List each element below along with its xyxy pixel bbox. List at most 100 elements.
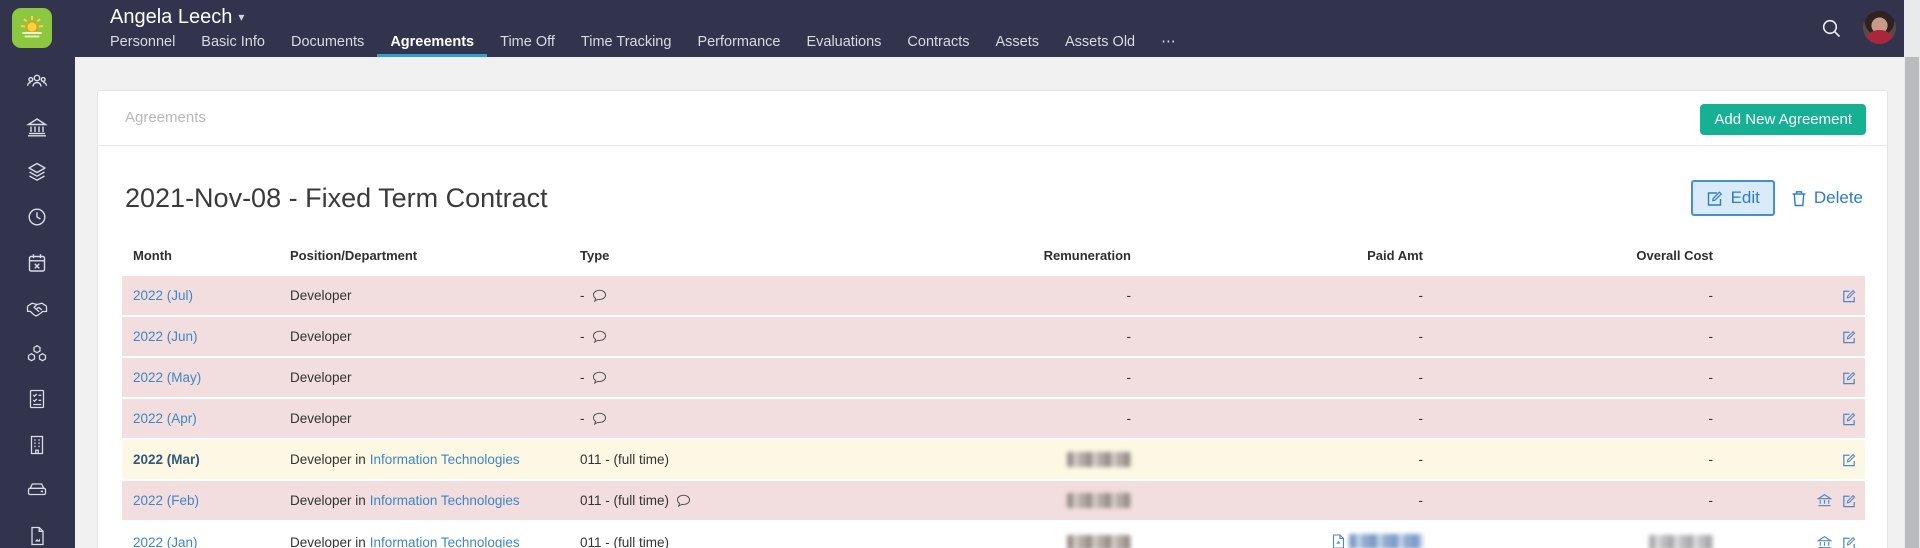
paid-amount-document-link[interactable] — [1332, 534, 1423, 548]
edit-button[interactable]: Edit — [1691, 180, 1775, 216]
row-bank-icon[interactable] — [1817, 535, 1832, 548]
chevron-down-icon: ▾ — [238, 10, 244, 24]
column-header-overall-cost: Overall Cost — [1425, 248, 1715, 263]
card-title: Agreements — [125, 109, 206, 126]
remuneration-value: - — [859, 288, 1133, 303]
position-text: Developer in — [290, 452, 366, 467]
document-icon[interactable] — [26, 525, 48, 547]
tab-basic-info[interactable]: Basic Info — [188, 30, 278, 57]
row-edit-icon[interactable] — [1841, 370, 1857, 386]
position-text: Developer in — [290, 493, 366, 508]
column-header-paid-amt: Paid Amt — [1133, 248, 1425, 263]
hard-drive-icon[interactable] — [26, 479, 48, 501]
people-group-icon[interactable] — [26, 71, 48, 93]
position-text: Developer — [290, 288, 352, 303]
month-link[interactable]: 2022 (Mar) — [133, 452, 200, 467]
comment-bubble-icon[interactable] — [592, 289, 607, 303]
row-edit-icon[interactable] — [1841, 535, 1857, 548]
employee-name-dropdown[interactable]: Angela Leech▾ — [110, 6, 244, 29]
row-edit-icon[interactable] — [1841, 288, 1857, 304]
contract-title: 2021-Nov-08 - Fixed Term Contract — [125, 183, 548, 214]
user-avatar[interactable] — [1863, 11, 1896, 44]
department-link[interactable]: Information Technologies — [370, 535, 520, 548]
handshake-icon[interactable] — [26, 298, 48, 320]
overall-cost-value: - — [1425, 411, 1715, 426]
pdf-file-icon — [1332, 534, 1345, 548]
position-text: Developer in — [290, 535, 366, 548]
tab-time-off[interactable]: Time Off — [487, 30, 568, 57]
row-edit-icon[interactable] — [1841, 329, 1857, 345]
remuneration-value: - — [859, 411, 1133, 426]
edit-button-label: Edit — [1731, 188, 1760, 208]
search-icon[interactable] — [1821, 18, 1842, 39]
delete-button-label: Delete — [1814, 188, 1863, 208]
redacted-remuneration-value — [1067, 493, 1131, 508]
row-bank-icon[interactable] — [1817, 493, 1832, 508]
type-text: - — [580, 370, 585, 385]
table-row: 2022 (Jun) Developer - - - - — [122, 317, 1865, 358]
column-header-position: Position/Department — [279, 248, 569, 263]
column-header-month: Month — [122, 248, 279, 263]
paid-amt-value: - — [1133, 370, 1425, 385]
month-link[interactable]: 2022 (May) — [133, 370, 201, 385]
month-link[interactable]: 2022 (Jun) — [133, 329, 198, 344]
position-text: Developer — [290, 411, 352, 426]
checklist-icon[interactable] — [26, 388, 48, 410]
building-icon[interactable] — [26, 434, 48, 456]
comment-bubble-icon[interactable] — [676, 494, 691, 508]
add-new-agreement-button[interactable]: Add New Agreement — [1700, 104, 1866, 135]
redacted-remuneration-value — [1067, 452, 1131, 467]
bank-icon[interactable] — [26, 116, 48, 138]
calendar-x-icon[interactable] — [26, 252, 48, 274]
paid-amt-value: - — [1133, 288, 1425, 303]
position-text: Developer — [290, 370, 352, 385]
department-link[interactable]: Information Technologies — [370, 452, 520, 467]
tab-evaluations[interactable]: Evaluations — [793, 30, 894, 57]
month-link[interactable]: 2022 (Feb) — [133, 493, 199, 508]
overall-cost-value: - — [1425, 493, 1715, 508]
comment-bubble-icon[interactable] — [592, 371, 607, 385]
cubes-icon[interactable] — [26, 343, 48, 365]
remuneration-value: - — [859, 329, 1133, 344]
paid-amt-value: - — [1133, 329, 1425, 344]
page-scrollbar[interactable] — [1904, 0, 1920, 548]
profile-tabs: Personnel Basic Info Documents Agreement… — [97, 30, 1189, 57]
table-row-current-month: 2022 (Mar) Developer in Information Techn… — [122, 440, 1865, 481]
table-header-row: Month Position/Department Type Remunerat… — [122, 240, 1865, 270]
layers-icon[interactable] — [26, 161, 48, 183]
month-link[interactable]: 2022 (Apr) — [133, 411, 197, 426]
type-text: - — [580, 288, 585, 303]
type-text: - — [580, 411, 585, 426]
redacted-paid-amt-value — [1349, 534, 1423, 548]
card-header: Agreements Add New Agreement — [98, 91, 1887, 146]
table-row: 2022 (Jan) Developer in Information Techn… — [122, 522, 1865, 548]
delete-button[interactable]: Delete — [1791, 188, 1863, 208]
edit-pencil-square-icon — [1706, 190, 1723, 207]
tab-performance[interactable]: Performance — [684, 30, 793, 57]
tab-assets[interactable]: Assets — [982, 30, 1052, 57]
agreement-months-table: Month Position/Department Type Remunerat… — [122, 240, 1865, 548]
type-text: 011 - (full time) — [580, 535, 669, 548]
tab-agreements[interactable]: Agreements — [377, 30, 487, 57]
tab-assets-old[interactable]: Assets Old — [1052, 30, 1148, 57]
table-row: 2022 (Apr) Developer - - - - — [122, 399, 1865, 440]
tab-more[interactable]: ⋯ — [1148, 30, 1189, 57]
tab-documents[interactable]: Documents — [278, 30, 377, 57]
comment-bubble-icon[interactable] — [592, 412, 607, 426]
row-edit-icon[interactable] — [1841, 411, 1857, 427]
department-link[interactable]: Information Technologies — [370, 493, 520, 508]
top-navigation-bar: Angela Leech▾ Personnel Basic Info Docum… — [0, 0, 1904, 57]
row-edit-icon[interactable] — [1841, 452, 1857, 468]
month-link[interactable]: 2022 (Jan) — [133, 535, 198, 548]
month-link[interactable]: 2022 (Jul) — [133, 288, 193, 303]
sunrise-logo[interactable] — [12, 8, 52, 48]
tab-contracts[interactable]: Contracts — [894, 30, 982, 57]
row-edit-icon[interactable] — [1841, 493, 1857, 509]
tab-personnel[interactable]: Personnel — [97, 30, 188, 57]
tab-time-tracking[interactable]: Time Tracking — [568, 30, 685, 57]
column-header-remuneration: Remuneration — [859, 248, 1133, 263]
comment-bubble-icon[interactable] — [592, 330, 607, 344]
scrollbar-thumb[interactable] — [1905, 57, 1919, 548]
paid-amt-value: - — [1133, 452, 1425, 467]
clock-icon[interactable] — [26, 206, 48, 228]
